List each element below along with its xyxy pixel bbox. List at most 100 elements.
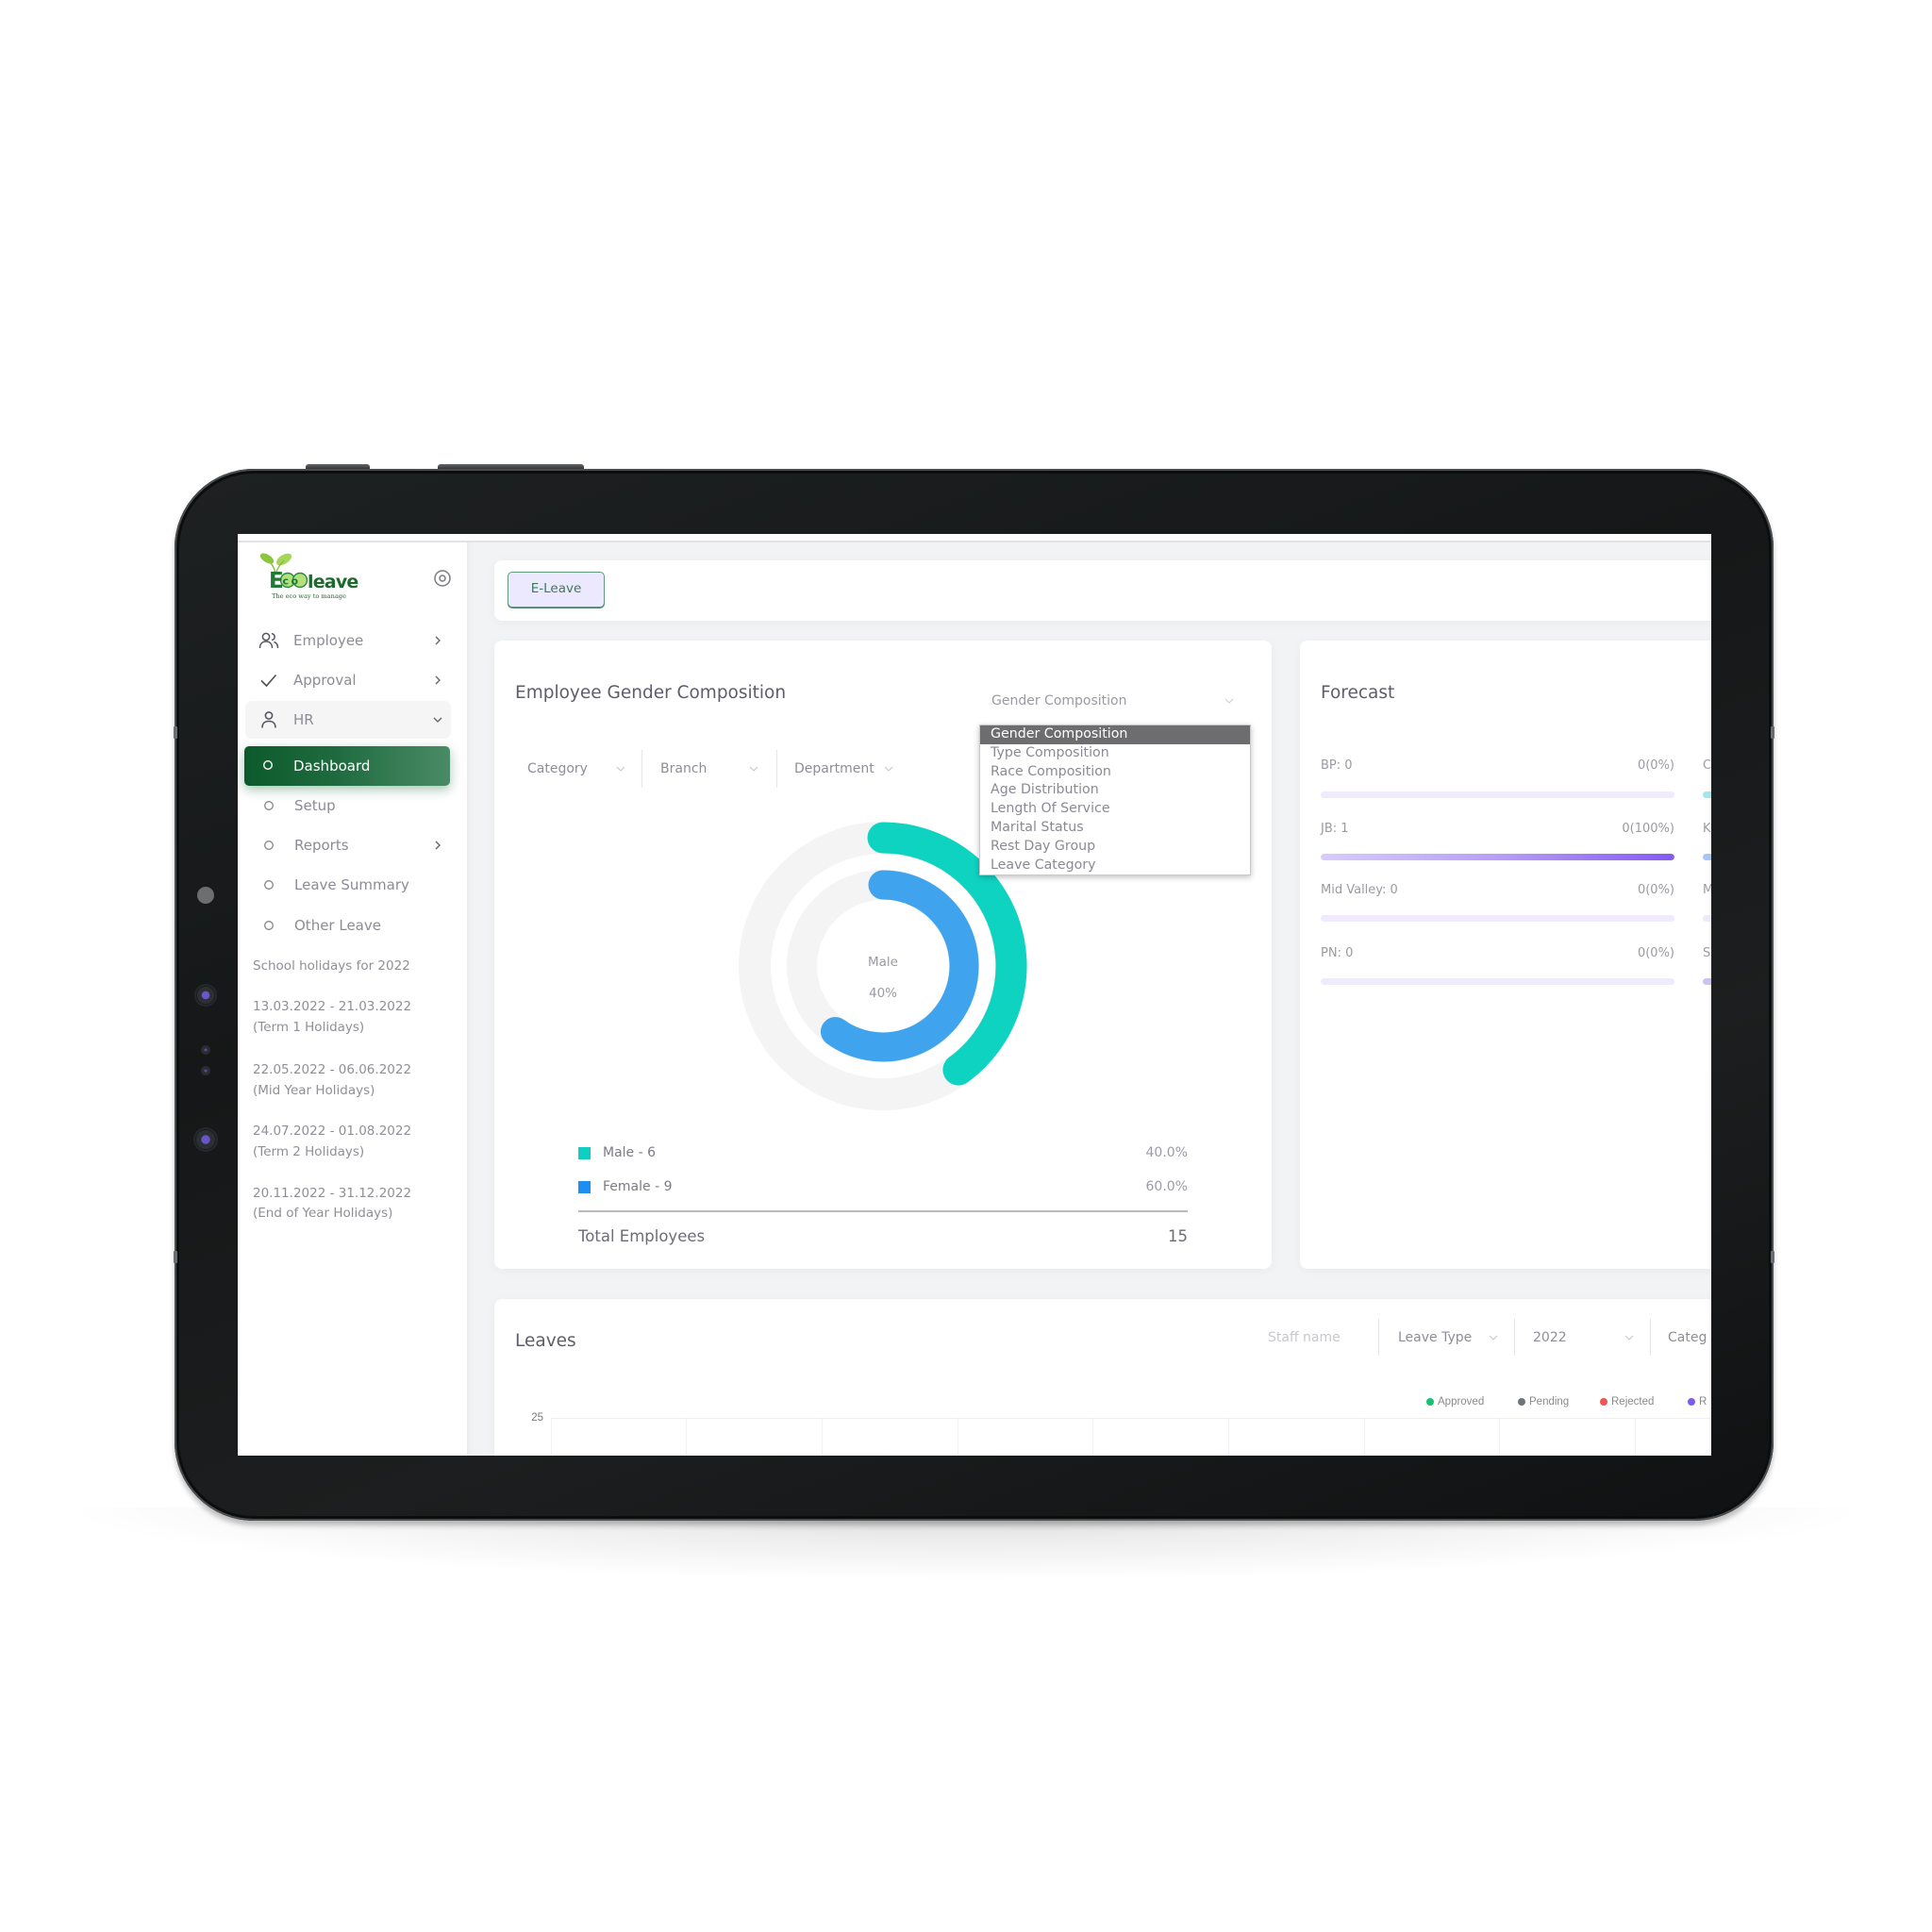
chevron-right-icon xyxy=(435,841,441,850)
gridline xyxy=(551,1418,1711,1419)
legend-label-approved[interactable]: Approved xyxy=(1438,1394,1484,1409)
category-filter[interactable]: Category xyxy=(527,759,588,778)
sidebar-item-dashboard[interactable]: Dashboard xyxy=(244,746,450,786)
dropdown-option[interactable]: Race Composition xyxy=(980,763,1250,782)
holiday-dates: 13.03.2022 - 21.03.2022 xyxy=(253,999,412,1014)
forecast-row-value: 0(0%) xyxy=(1637,946,1674,960)
gridline xyxy=(822,1418,823,1456)
light-sensor-icon xyxy=(197,887,214,904)
forecast-progress-bar xyxy=(1321,791,1674,798)
forecast-row-label: S xyxy=(1703,946,1711,960)
logo-text: E xyxy=(269,569,284,593)
device-notch xyxy=(174,726,177,739)
leaves-card: Leaves Staff name Leave Type 2022 Categ … xyxy=(494,1299,1711,1456)
holiday-name: (End of Year Holidays) xyxy=(253,1206,393,1221)
gridline xyxy=(1092,1418,1093,1456)
sidebar-item-label: Approval xyxy=(293,672,357,689)
logo-text: leave xyxy=(308,572,358,592)
sidebar-item-reports[interactable]: Reports xyxy=(245,826,451,864)
dropdown-option[interactable]: Type Composition xyxy=(980,744,1250,763)
dropdown-option[interactable]: Leave Category xyxy=(980,857,1250,875)
forecast-row-label: M xyxy=(1703,883,1711,897)
legend-percent-female: 60.0% xyxy=(1145,1179,1188,1194)
gridline xyxy=(686,1418,687,1456)
staff-name-input[interactable]: Staff name xyxy=(1268,1328,1341,1347)
holidays-title: School holidays for 2022 xyxy=(253,958,410,974)
device-shadow xyxy=(66,1507,1868,1640)
sidebar-item-setup[interactable]: Setup xyxy=(245,787,451,824)
gridline xyxy=(1499,1418,1500,1456)
forecast-progress-bar xyxy=(1703,978,1711,985)
sidebar-item-label: HR xyxy=(293,711,314,728)
forecast-progress-bar xyxy=(1321,854,1674,860)
category-select[interactable]: Categ xyxy=(1668,1328,1707,1347)
legend-label-male: Male - 6 xyxy=(603,1145,657,1160)
card-title: Forecast xyxy=(1321,683,1395,703)
chevron-right-icon xyxy=(435,675,441,685)
device-notch xyxy=(174,1251,177,1263)
sensor-dot-icon xyxy=(201,1045,210,1055)
sidebar-item-leave-summary[interactable]: Leave Summary xyxy=(245,866,451,904)
ecoleave-logo[interactable]: E co leave The eco way to manage xyxy=(258,551,362,602)
settings-icon[interactable] xyxy=(433,569,452,588)
chevron-down-icon[interactable] xyxy=(1224,698,1234,704)
holiday-name: (Term 1 Holidays) xyxy=(253,1020,365,1035)
chevron-down-icon[interactable] xyxy=(1624,1335,1634,1341)
chevron-down-icon[interactable] xyxy=(1489,1335,1498,1341)
logo-text: co xyxy=(283,575,301,588)
dropdown-option[interactable]: Marital Status xyxy=(980,819,1250,838)
users-icon xyxy=(258,632,279,649)
circle-icon xyxy=(264,801,274,810)
legend-swatch-female xyxy=(578,1181,591,1193)
card-title: Leaves xyxy=(515,1331,576,1351)
donut-center-label: Male xyxy=(868,955,898,970)
forecast-progress-bar xyxy=(1703,915,1711,922)
forecast-row-value: 0(100%) xyxy=(1622,822,1674,836)
legend-label-pending[interactable]: Pending xyxy=(1529,1394,1569,1409)
branch-filter[interactable]: Branch xyxy=(660,759,707,778)
donut-center-value: 40% xyxy=(868,986,897,1001)
device-notch xyxy=(1771,726,1774,739)
total-employees-value: 15 xyxy=(1168,1227,1188,1245)
legend-percent-male: 40.0% xyxy=(1145,1145,1188,1160)
e-leave-button[interactable]: E-Leave xyxy=(508,572,605,608)
forecast-card: Forecast BP: 0 0(0%) JB: 1 0(100%) Mid V… xyxy=(1300,641,1711,1269)
camera-lens-icon xyxy=(196,986,215,1005)
legend-label-fourth[interactable]: R xyxy=(1699,1394,1707,1409)
leave-type-select[interactable]: Leave Type xyxy=(1398,1328,1472,1347)
sidebar-item-label: Leave Summary xyxy=(294,876,409,893)
forecast-row-label: K xyxy=(1703,822,1711,836)
sidebar-item-employee[interactable]: Employee xyxy=(245,622,451,659)
holiday-dates: 24.07.2022 - 01.08.2022 xyxy=(253,1124,412,1139)
chevron-right-icon xyxy=(435,636,441,645)
chevron-down-icon[interactable] xyxy=(616,766,625,772)
filter-divider xyxy=(1514,1319,1515,1356)
chevron-down-icon[interactable] xyxy=(749,766,758,772)
department-filter[interactable]: Department xyxy=(794,759,874,778)
sensor-dot-icon xyxy=(201,1066,210,1075)
legend-swatch-male xyxy=(578,1147,591,1159)
sidebar-item-other-leave[interactable]: Other Leave xyxy=(245,907,451,944)
composition-select[interactable]: Gender Composition xyxy=(991,691,1126,710)
dropdown-option[interactable]: Age Distribution xyxy=(980,781,1250,800)
legend-dot-rejected xyxy=(1600,1398,1607,1406)
sidebar-item-approval[interactable]: Approval xyxy=(245,661,451,699)
legend-dot-approved xyxy=(1426,1398,1434,1406)
chevron-down-icon[interactable] xyxy=(884,766,893,772)
forecast-progress-bar xyxy=(1703,854,1711,860)
legend-label-female: Female - 9 xyxy=(603,1179,673,1194)
circle-icon xyxy=(264,841,274,850)
sidebar-item-label: Reports xyxy=(294,837,349,854)
circle-icon xyxy=(264,921,274,930)
dropdown-option[interactable]: Length Of Service xyxy=(980,800,1250,819)
dropdown-option[interactable]: Rest Day Group xyxy=(980,838,1250,857)
y-tick-label: 25 xyxy=(531,1412,543,1424)
legend-label-rejected[interactable]: Rejected xyxy=(1611,1394,1654,1409)
year-select[interactable]: 2022 xyxy=(1533,1328,1567,1347)
forecast-progress-bar xyxy=(1703,791,1711,798)
sidebar-item-label: Setup xyxy=(294,797,336,814)
dropdown-option[interactable]: Gender Composition xyxy=(980,725,1250,744)
filter-divider xyxy=(776,750,777,788)
leaf-icon xyxy=(259,553,275,564)
sidebar-item-hr[interactable]: HR xyxy=(245,701,451,739)
